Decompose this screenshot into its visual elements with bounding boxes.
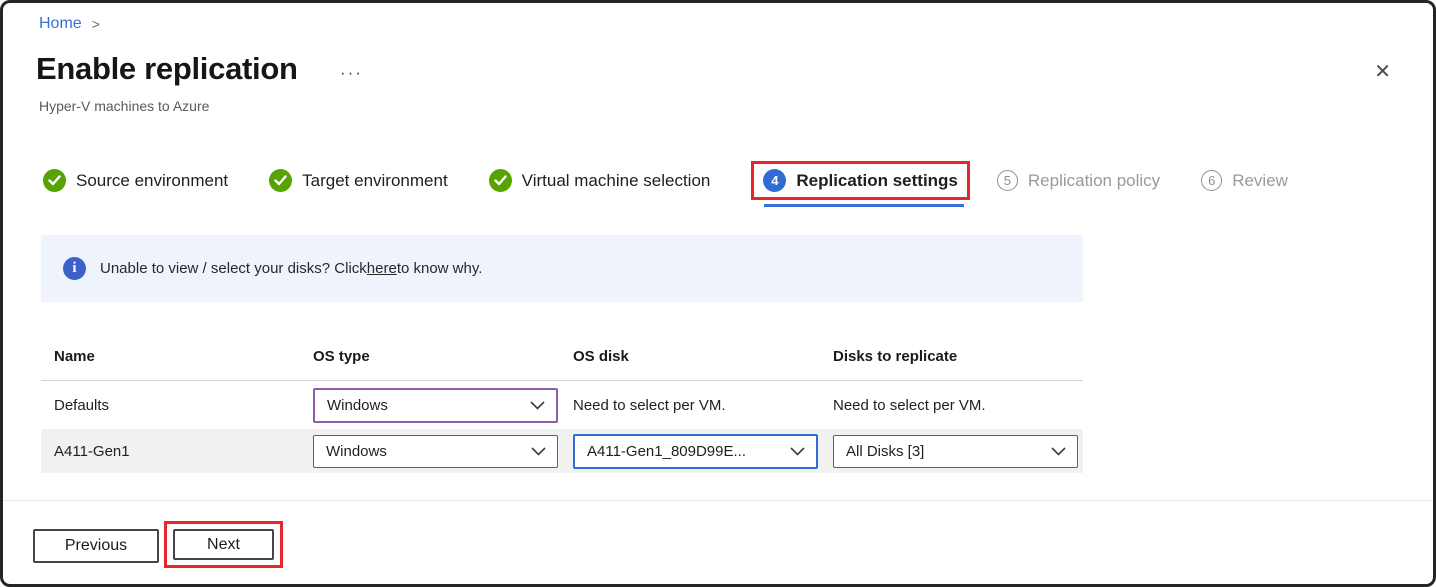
breadcrumb: Home > (39, 15, 100, 33)
disks-to-replicate-dropdown-a411[interactable]: All Disks [3] (833, 435, 1078, 468)
step-label: Replication policy (1028, 171, 1160, 191)
ellipsis-icon[interactable]: ··· (340, 63, 363, 83)
column-header-os-disk: OS disk (563, 348, 823, 365)
column-header-disks-to-replicate: Disks to replicate (823, 348, 1083, 365)
banner-text: Unable to view / select your disks? Clic… (100, 260, 367, 277)
column-header-os-type: OS type (303, 348, 563, 365)
close-icon[interactable]: ✕ (1368, 61, 1397, 83)
step-review[interactable]: 6 Review (1201, 170, 1288, 191)
step-replication-settings[interactable]: 4 Replication settings (763, 169, 958, 192)
check-circle-icon (489, 169, 512, 192)
dropdown-value: Windows (326, 443, 387, 460)
wizard-steps: Source environment Target environment Vi… (43, 161, 1329, 200)
step-number-icon: 4 (763, 169, 786, 192)
step-label: Review (1232, 171, 1288, 191)
table-row-defaults: Defaults Windows Need to select per VM. … (41, 381, 1083, 429)
row-name: Defaults (41, 397, 303, 414)
table-row-a411-gen1: A411-Gen1 Windows A411-Gen1_809D99E... A… (41, 429, 1083, 473)
step-replication-policy[interactable]: 5 Replication policy (997, 170, 1160, 191)
chevron-down-icon (531, 447, 546, 456)
info-icon: i (63, 257, 86, 280)
os-disk-dropdown-a411[interactable]: A411-Gen1_809D99E... (573, 434, 818, 469)
banner-here-link[interactable]: here (367, 260, 397, 277)
check-circle-icon (269, 169, 292, 192)
disks-to-replicate-value: Need to select per VM. (823, 397, 1083, 414)
dropdown-value: Windows (327, 397, 388, 414)
chevron-down-icon (1051, 447, 1066, 456)
footer-divider (3, 500, 1433, 501)
os-type-dropdown-defaults[interactable]: Windows (313, 388, 558, 423)
step-number-icon: 5 (997, 170, 1018, 191)
step-virtual-machine-selection[interactable]: Virtual machine selection (489, 169, 711, 192)
dropdown-value: A411-Gen1_809D99E... (587, 443, 746, 460)
previous-button[interactable]: Previous (33, 529, 159, 563)
step-label: Source environment (76, 171, 228, 191)
enable-replication-dialog: Home > Enable replication ··· Hyper-V ma… (0, 0, 1436, 587)
chevron-down-icon (790, 447, 805, 456)
check-circle-icon (43, 169, 66, 192)
column-header-name: Name (41, 348, 303, 365)
step-label: Virtual machine selection (522, 171, 711, 191)
step-target-environment[interactable]: Target environment (269, 169, 448, 192)
os-disk-value: Need to select per VM. (563, 397, 823, 414)
breadcrumb-home-link[interactable]: Home (39, 15, 82, 33)
os-type-dropdown-a411[interactable]: Windows (313, 435, 558, 468)
info-banner: i Unable to view / select your disks? Cl… (41, 235, 1083, 302)
page-subtitle: Hyper-V machines to Azure (39, 98, 209, 114)
chevron-right-icon: > (92, 16, 100, 32)
step-label: Target environment (302, 171, 448, 191)
chevron-down-icon (530, 401, 545, 410)
annotation-box-replication-settings: 4 Replication settings (751, 161, 970, 200)
row-name: A411-Gen1 (41, 443, 303, 460)
page-title: Enable replication (36, 51, 298, 87)
table-header-row: Name OS type OS disk Disks to replicate (41, 333, 1083, 381)
banner-text: to know why. (397, 260, 483, 277)
replication-settings-table: Name OS type OS disk Disks to replicate … (41, 333, 1083, 473)
step-source-environment[interactable]: Source environment (43, 169, 228, 192)
annotation-box-next: Next (164, 521, 283, 568)
step-label: Replication settings (796, 171, 958, 191)
next-button[interactable]: Next (173, 529, 274, 560)
step-number-icon: 6 (1201, 170, 1222, 191)
dropdown-value: All Disks [3] (846, 443, 924, 460)
